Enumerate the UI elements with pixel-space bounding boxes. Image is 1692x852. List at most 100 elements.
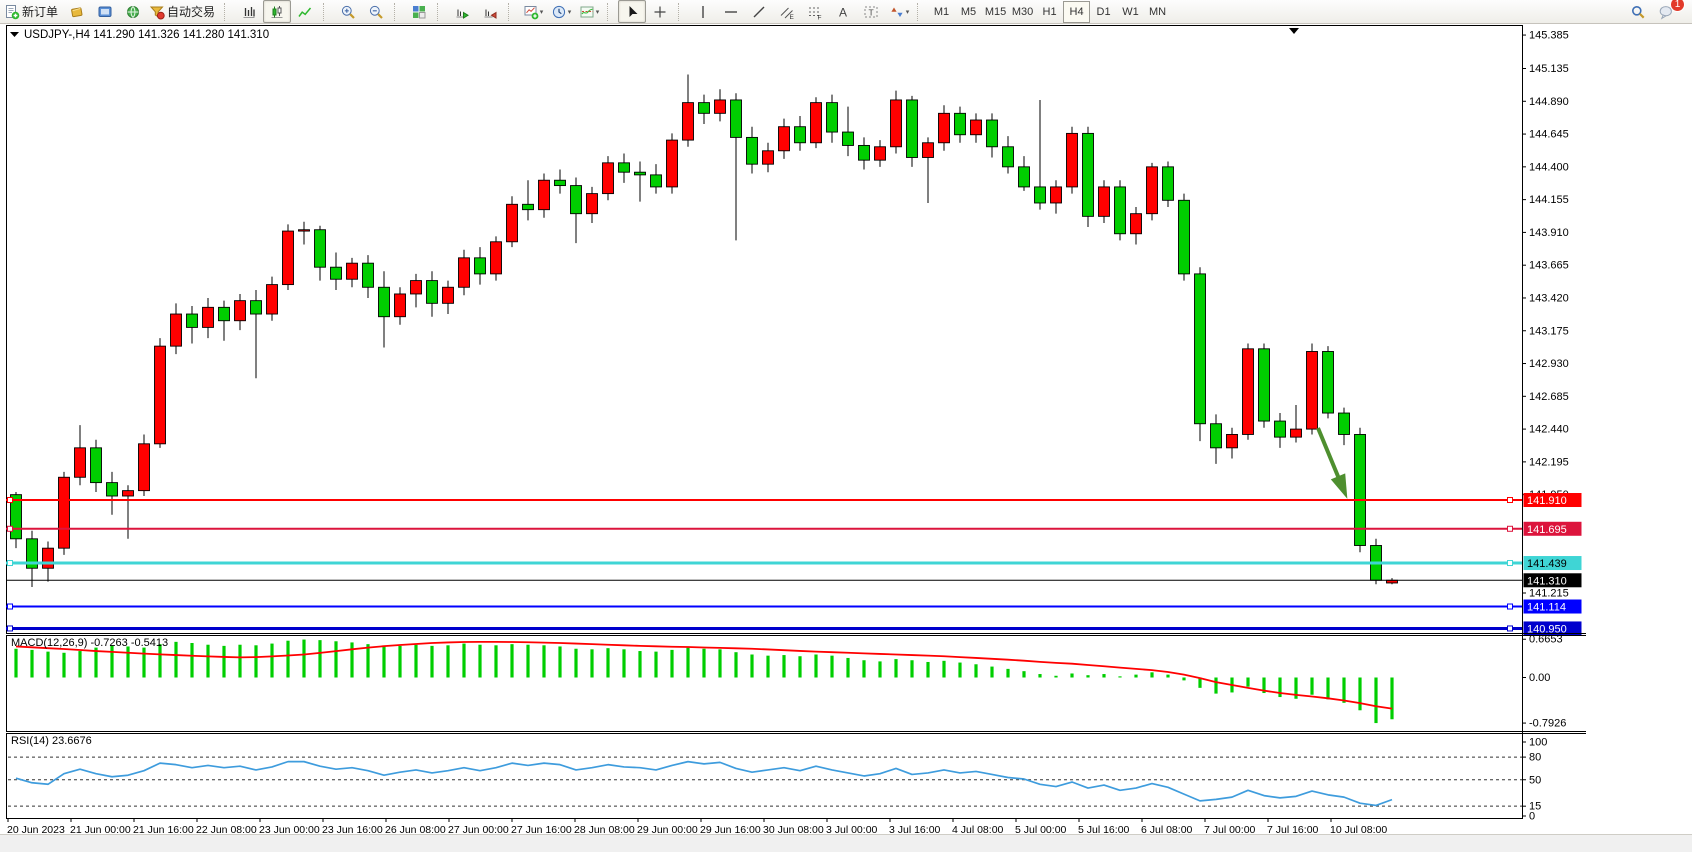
timeframe-d1-button[interactable]: D1 <box>1090 1 1117 23</box>
timeframe-h1-button[interactable]: H1 <box>1036 1 1063 23</box>
candle-body <box>875 147 886 160</box>
search-button[interactable] <box>1624 0 1652 23</box>
line-anchor[interactable] <box>8 561 13 566</box>
vertical-line-button[interactable] <box>689 0 717 23</box>
periods-icon <box>551 4 567 20</box>
line-chart-button[interactable] <box>291 0 319 23</box>
macd-bar <box>1070 673 1073 677</box>
bar-chart-button[interactable] <box>235 0 263 23</box>
time-label: 4 Jul 08:00 <box>952 824 1004 836</box>
crosshair-button[interactable] <box>646 0 674 23</box>
notifications-button[interactable]: 1 <box>1652 0 1680 23</box>
time-label: 7 Jul 16:00 <box>1267 824 1319 836</box>
macd-bar <box>414 645 417 678</box>
zoom-out-button[interactable] <box>362 0 390 23</box>
macd-bar <box>910 660 913 677</box>
navigator-button[interactable] <box>119 0 147 23</box>
macd-bar <box>1390 678 1393 720</box>
new-chart-button[interactable]: ▾ <box>519 0 547 23</box>
macd-bar <box>334 641 337 677</box>
autotrade-button[interactable]: 自动交易 <box>147 0 220 23</box>
candle-body <box>587 194 598 214</box>
market-watch-button[interactable] <box>91 0 119 23</box>
svg-text:141.695: 141.695 <box>1527 524 1567 536</box>
svg-text:T: T <box>869 7 874 17</box>
timeframe-m5-button[interactable]: M5 <box>955 1 982 23</box>
line-anchor[interactable] <box>1508 604 1513 609</box>
macd-bar <box>750 655 753 678</box>
candle-body <box>763 151 774 164</box>
candle-body <box>411 281 422 294</box>
macd-bar <box>734 652 737 677</box>
candle-body <box>219 307 230 320</box>
line-anchor[interactable] <box>1508 626 1513 631</box>
toolbar-separator <box>678 3 686 21</box>
timeframe-h4-button[interactable]: H4 <box>1063 1 1090 23</box>
macd-bar <box>270 644 273 678</box>
text-label-button[interactable]: T <box>857 0 885 23</box>
candle-body <box>747 137 758 164</box>
fibonacci-button[interactable]: F <box>801 0 829 23</box>
chevron-down-icon: ▾ <box>906 8 910 16</box>
candle-body <box>651 175 662 187</box>
candle-body <box>187 314 198 327</box>
price-tick-label: 144.155 <box>1529 194 1569 206</box>
price-tick-label: 144.400 <box>1529 161 1569 173</box>
new-order-button[interactable]: 新订单 <box>2 0 63 23</box>
line-anchor[interactable] <box>1508 561 1513 566</box>
candle-body <box>699 103 710 114</box>
macd-bar <box>510 644 513 677</box>
periods-button[interactable]: ▾ <box>547 0 575 23</box>
horizontal-line-button[interactable] <box>717 0 745 23</box>
line-anchor[interactable] <box>8 526 13 531</box>
time-label: 5 Jul 00:00 <box>1015 824 1067 836</box>
line-anchor[interactable] <box>1508 498 1513 503</box>
main-panel[interactable] <box>7 26 1523 634</box>
arrows-button[interactable]: ▾ <box>885 0 913 23</box>
favorites-button[interactable] <box>63 0 91 23</box>
macd-bar <box>1278 678 1281 698</box>
candle-body <box>379 287 390 316</box>
candle-body <box>251 301 262 314</box>
macd-bar <box>718 649 721 677</box>
macd-bar <box>670 650 673 678</box>
tile-windows-button[interactable] <box>405 0 433 23</box>
candle-body <box>1275 421 1286 437</box>
cursor-button[interactable] <box>618 0 646 23</box>
trendline-button[interactable] <box>745 0 773 23</box>
candle-body <box>1339 413 1350 434</box>
timeframe-m1-button[interactable]: M1 <box>928 1 955 23</box>
candle-body <box>619 163 630 172</box>
timeframe-mn-button[interactable]: MN <box>1144 1 1171 23</box>
candle-chart-button[interactable] <box>263 0 291 23</box>
timeframe-m15-button[interactable]: M15 <box>982 1 1009 23</box>
line-anchor[interactable] <box>8 498 13 503</box>
channel-button[interactable]: E <box>773 0 801 23</box>
text-button[interactable]: A <box>829 0 857 23</box>
line-anchor[interactable] <box>1508 526 1513 531</box>
chart-shift-button[interactable] <box>476 0 504 23</box>
level-price-label: 141.439 <box>1524 556 1582 570</box>
macd-bar <box>1086 675 1089 677</box>
line-anchor[interactable] <box>8 626 13 631</box>
macd-bar <box>398 646 401 678</box>
line-anchor[interactable] <box>8 604 13 609</box>
time-label: 6 Jul 08:00 <box>1141 824 1193 836</box>
auto-scroll-button[interactable] <box>448 0 476 23</box>
zoom-in-button[interactable] <box>334 0 362 23</box>
templates-button[interactable]: ▾ <box>575 0 603 23</box>
timeframe-m30-button[interactable]: M30 <box>1009 1 1036 23</box>
candle-body <box>331 267 342 279</box>
price-axis[interactable]: 145.385145.135144.890144.645144.400144.1… <box>1522 24 1692 834</box>
macd-bar <box>1246 678 1249 687</box>
time-label: 23 Jun 00:00 <box>259 824 320 836</box>
price-tick-label: 142.685 <box>1529 391 1569 403</box>
horizontal-line-icon <box>723 4 739 20</box>
auto-scroll-icon <box>454 4 470 20</box>
chart-window[interactable]: 145.385145.135144.890144.645144.400144.1… <box>0 24 1692 847</box>
candle-body <box>731 100 742 137</box>
toolbar-separator <box>917 3 925 21</box>
timeframe-w1-button[interactable]: W1 <box>1117 1 1144 23</box>
price-tick-label: 142.195 <box>1529 456 1569 468</box>
price-tick-label: 141.215 <box>1529 588 1569 600</box>
